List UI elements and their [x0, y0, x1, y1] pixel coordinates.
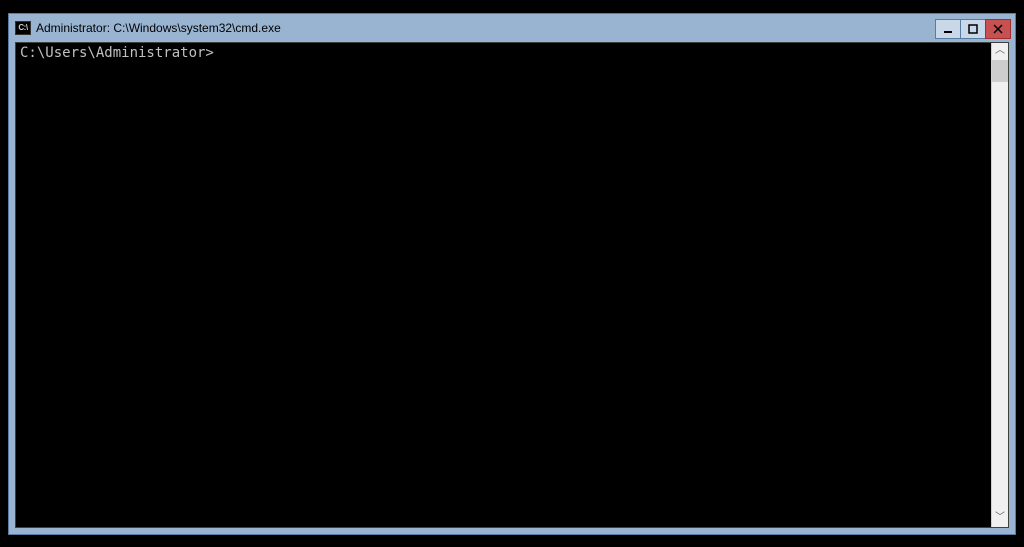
scroll-thumb[interactable]: [992, 60, 1008, 82]
vertical-scrollbar[interactable]: ︿ ﹀: [991, 43, 1008, 527]
console-output[interactable]: C:\Users\Administrator>: [16, 43, 991, 527]
chevron-down-icon: ﹀: [995, 513, 1005, 523]
scroll-up-button[interactable]: ︿: [992, 43, 1008, 60]
cmd-window: C:\ Administrator: C:\Windows\system32\c…: [8, 13, 1016, 535]
prompt-line: C:\Users\Administrator>: [20, 45, 214, 61]
scroll-track[interactable]: [992, 60, 1008, 510]
minimize-button[interactable]: [935, 19, 961, 39]
client-area: C:\Users\Administrator> ︿ ﹀: [15, 42, 1009, 528]
cmd-icon: C:\: [15, 21, 31, 35]
window-title: Administrator: C:\Windows\system32\cmd.e…: [36, 14, 936, 42]
scroll-down-button[interactable]: ﹀: [992, 510, 1008, 527]
maximize-icon: [968, 24, 978, 34]
minimize-icon: [943, 24, 953, 34]
window-controls: [936, 19, 1011, 39]
chevron-up-icon: ︿: [995, 46, 1005, 56]
titlebar[interactable]: C:\ Administrator: C:\Windows\system32\c…: [9, 14, 1015, 42]
close-icon: [993, 24, 1003, 34]
close-button[interactable]: [985, 19, 1011, 39]
maximize-button[interactable]: [960, 19, 986, 39]
